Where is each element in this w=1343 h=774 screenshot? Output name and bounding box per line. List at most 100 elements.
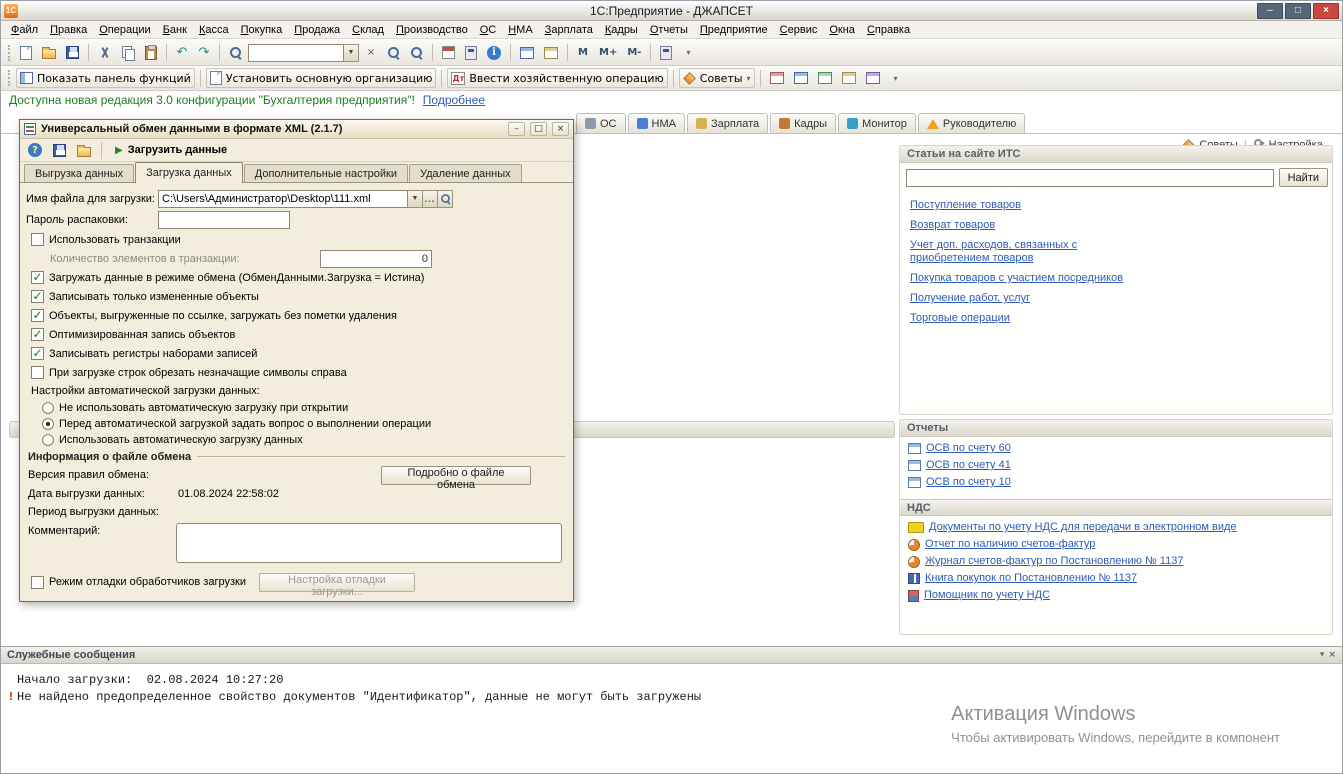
menu-item[interactable]: Окна [823, 22, 861, 38]
calendar-button[interactable] [438, 43, 459, 63]
table-view-button[interactable] [516, 43, 538, 63]
nds-link[interactable]: Документы по учету НДС для передачи в эл… [929, 521, 1237, 534]
file-browse-button[interactable]: ... [423, 190, 438, 208]
checkbox-checked[interactable] [31, 290, 44, 303]
memory-button[interactable]: М [573, 43, 593, 63]
its-article-link[interactable]: Торговые операции [910, 312, 1145, 325]
trim-right-option[interactable]: При загрузке строк обрезать незначащие с… [26, 363, 567, 382]
find-clear-button[interactable]: × [361, 43, 381, 63]
checkbox-unchecked[interactable] [31, 233, 44, 246]
nds-link[interactable]: Журнал счетов-фактур по Постановлению № … [925, 555, 1183, 568]
table-tool-button-3[interactable] [814, 68, 836, 88]
menu-item[interactable]: Сервис [774, 22, 824, 38]
optimized-write-option[interactable]: Оптимизированная запись объектов [26, 325, 567, 344]
menu-item[interactable]: Зарплата [539, 22, 599, 38]
report-link-row[interactable]: ОСВ по счету 60 [908, 442, 1324, 455]
write-changed-only-option[interactable]: Записывать только измененные объекты [26, 287, 567, 306]
open-button[interactable] [38, 43, 60, 63]
save-button[interactable] [62, 43, 83, 63]
menu-item[interactable]: Правка [44, 22, 93, 38]
cut-button[interactable] [94, 43, 115, 63]
its-search-input[interactable] [906, 169, 1274, 187]
restore-settings-button[interactable] [73, 140, 95, 160]
nds-link-row[interactable]: Документы по учету НДС для передачи в эл… [908, 521, 1324, 534]
menu-item[interactable]: Производство [390, 22, 474, 38]
checkbox-unchecked[interactable] [31, 576, 44, 589]
close-icon[interactable]: × [1328, 650, 1336, 660]
radio-unselected[interactable] [42, 434, 54, 446]
checkbox-checked[interactable] [31, 271, 44, 284]
table-tool-button-5[interactable] [862, 68, 884, 88]
table-tool-button-4[interactable] [838, 68, 860, 88]
comment-textarea[interactable] [176, 523, 562, 563]
dialog-close-button[interactable]: × [552, 122, 569, 136]
dialog-tab[interactable]: Загрузка данных [135, 162, 243, 183]
set-main-org-button[interactable]: Установить основную организацию [206, 68, 437, 88]
dialog-minimize-button[interactable]: – [508, 122, 525, 136]
table-sum-button[interactable] [540, 43, 562, 63]
debug-settings-button[interactable]: Настройка отладки загрузки... [259, 573, 415, 592]
radio-unselected[interactable] [42, 402, 54, 414]
its-article-link[interactable]: Покупка товаров с участием посредников [910, 272, 1145, 285]
checkbox-checked[interactable] [31, 309, 44, 322]
no-auto-load-option[interactable]: Не использовать автоматическую загрузку … [26, 400, 567, 416]
menu-item[interactable]: Кадры [599, 22, 644, 38]
menu-item[interactable]: Продажа [288, 22, 346, 38]
maximize-button[interactable]: □ [1285, 3, 1311, 19]
report-link-row[interactable]: ОСВ по счету 10 [908, 476, 1324, 489]
desktop-tab[interactable]: Монитор [838, 113, 916, 133]
message-row[interactable]: Начало загрузки: 02.08.2024 10:27:20 [5, 672, 1338, 689]
toolbar-overflow-button[interactable]: ▾ [886, 68, 906, 88]
nds-link-row[interactable]: Книга покупок по Постановлению № 1137 [908, 572, 1324, 585]
menu-item[interactable]: Склад [346, 22, 390, 38]
menu-item[interactable]: Касса [193, 22, 235, 38]
toolbar-overflow-button[interactable]: ▾ [678, 43, 698, 63]
use-transactions-option[interactable]: Использовать транзакции [26, 230, 567, 249]
close-button[interactable]: × [1313, 3, 1339, 19]
table-tool-button-2[interactable] [790, 68, 812, 88]
menu-item[interactable]: Операции [93, 22, 156, 38]
file-name-input[interactable] [158, 190, 408, 208]
message-row[interactable]: ! Не найдено предопределенное свойство д… [5, 689, 1338, 706]
its-article-link[interactable]: Поступление товаров [910, 199, 1145, 212]
menu-item[interactable]: ОС [474, 22, 503, 38]
file-dropdown-button[interactable]: ▼ [408, 190, 423, 208]
dialog-tab[interactable]: Удаление данных [409, 164, 522, 182]
paste-button[interactable] [141, 43, 161, 63]
nds-link-row[interactable]: Помощник по учету НДС [908, 589, 1324, 602]
report-link-row[interactable]: ОСВ по счету 41 [908, 459, 1324, 472]
menu-item[interactable]: Отчеты [644, 22, 694, 38]
table-tool-button-1[interactable] [766, 68, 788, 88]
menu-item[interactable]: Покупка [235, 22, 289, 38]
dialog-tab[interactable]: Выгрузка данных [24, 164, 134, 182]
find-next-button[interactable] [383, 43, 404, 63]
menu-item[interactable]: Банк [157, 22, 193, 38]
dialog-maximize-button[interactable]: □ [530, 122, 547, 136]
report-link[interactable]: ОСВ по счету 60 [926, 442, 1011, 455]
file-details-button[interactable]: Подробно о файле обмена [381, 466, 531, 485]
enter-operation-button[interactable]: Дт Ввести хозяйственную операцию [447, 68, 667, 88]
show-function-panel-button[interactable]: Показать панель функций [16, 68, 195, 88]
find-button[interactable] [225, 43, 246, 63]
tips-button[interactable]: Советы ▾ [679, 68, 755, 88]
menu-item[interactable]: Справка [861, 22, 916, 38]
password-input[interactable] [158, 211, 290, 229]
no-deletion-mark-option[interactable]: Объекты, выгруженные по ссылке, загружат… [26, 306, 567, 325]
transaction-count-input[interactable] [320, 250, 432, 268]
exchange-mode-option[interactable]: Загружать данные в режиме обмена (ОбменД… [26, 268, 567, 287]
dialog-tab[interactable]: Дополнительные настройки [244, 164, 408, 182]
menu-item[interactable]: Предприятие [694, 22, 774, 38]
collapse-icon[interactable]: ▾ [1320, 650, 1325, 660]
save-settings-button[interactable] [49, 140, 70, 160]
register-sets-option[interactable]: Записывать регистры наборами записей [26, 344, 567, 363]
dialog-help-button[interactable]: ? [24, 140, 46, 160]
checkbox-checked[interactable] [31, 347, 44, 360]
its-article-link[interactable]: Получение работ, услуг [910, 292, 1145, 305]
info-button[interactable]: i [483, 43, 505, 63]
window-titlebar[interactable]: 1С 1С:Предприятие - ДЖАПСЕТ – □ × [1, 1, 1342, 21]
desktop-tab[interactable]: Зарплата [687, 113, 768, 133]
load-data-button[interactable]: ▶ Загрузить данные [108, 142, 234, 158]
its-article-link[interactable]: Возврат товаров [910, 219, 1145, 232]
desktop-tab[interactable]: Руководителю [918, 113, 1025, 133]
find-prev-button[interactable] [406, 43, 427, 63]
